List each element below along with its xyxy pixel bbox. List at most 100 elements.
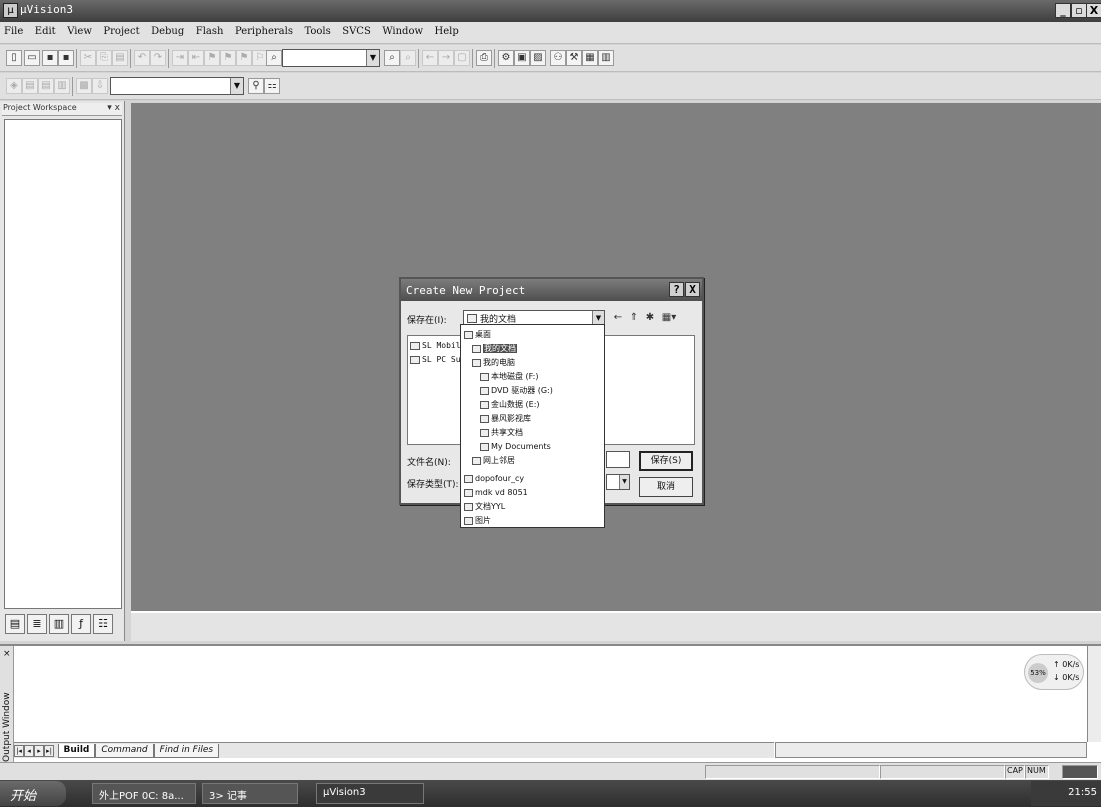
output-window-icon[interactable]: ▨: [530, 50, 546, 66]
workspace-toggle-icon[interactable]: ▣: [514, 50, 530, 66]
help-button[interactable]: ?: [669, 282, 684, 297]
new-folder-icon[interactable]: ✱: [643, 311, 657, 325]
dropdown-item-dvd[interactable]: DVD 驱动器 (G:): [480, 384, 553, 397]
dropdown-item-pictures[interactable]: 图片: [464, 514, 491, 527]
print-icon[interactable]: ⎙: [476, 50, 492, 66]
batch-build-icon[interactable]: ▥: [54, 78, 70, 94]
tab-find-in-files[interactable]: Find in Files: [153, 744, 220, 758]
menu-svcs[interactable]: SVCS: [338, 22, 375, 37]
incremental-find-icon[interactable]: ⌕: [400, 50, 416, 66]
filetype-select[interactable]: ▼: [606, 474, 630, 490]
menu-window[interactable]: Window: [378, 22, 427, 37]
build-icon[interactable]: ⚒: [566, 50, 582, 66]
dropdown-item-docs-yyl[interactable]: 文档YYL: [464, 500, 505, 513]
menu-peripherals[interactable]: Peripherals: [231, 22, 297, 37]
stop-build-icon[interactable]: ▩: [76, 78, 92, 94]
target-options-icon[interactable]: ⚲: [248, 78, 264, 94]
menu-debug[interactable]: Debug: [147, 22, 188, 37]
help-book-icon[interactable]: ▥: [598, 50, 614, 66]
list-item[interactable]: SL Mobile: [410, 341, 465, 350]
new-file-icon[interactable]: ▯: [6, 50, 22, 66]
dropdown-item-dopofour[interactable]: dopofour_cy: [464, 472, 524, 485]
dropdown-item-storm-video[interactable]: 暴风影视库: [480, 412, 531, 425]
paste-icon[interactable]: ▤: [112, 50, 128, 66]
rebuild-icon[interactable]: ▤: [38, 78, 54, 94]
functions-tab-icon[interactable]: ƒ: [71, 614, 91, 634]
uvision-app-icon[interactable]: µ: [3, 3, 18, 18]
bookmark-next-icon[interactable]: ⚑: [220, 50, 236, 66]
dropdown-item-my-documents[interactable]: 我的文档: [472, 342, 517, 355]
save-button[interactable]: 保存(S): [639, 451, 693, 471]
chevron-down-icon[interactable]: ▼: [619, 475, 629, 489]
undo-icon[interactable]: ↶: [134, 50, 150, 66]
find-icon[interactable]: ⌕: [384, 50, 400, 66]
indent-icon[interactable]: ⇥: [172, 50, 188, 66]
dropdown-item-local-disk[interactable]: 本地磁盘 (F:): [480, 370, 538, 383]
back-arrow-icon[interactable]: ←: [611, 311, 625, 325]
view-menu-icon[interactable]: ▦▾: [659, 311, 679, 325]
open-file-icon[interactable]: ▭: [24, 50, 40, 66]
find-in-files-icon[interactable]: ⌕: [266, 50, 282, 66]
keyboard-icon[interactable]: [1062, 765, 1098, 779]
minimize-button[interactable]: _: [1055, 3, 1071, 18]
bookmark-prev-icon[interactable]: ⚑: [236, 50, 252, 66]
menu-file[interactable]: File: [0, 22, 27, 37]
prev-tab-icon[interactable]: ◂: [24, 745, 34, 757]
translate-icon[interactable]: ◈: [6, 78, 22, 94]
taskbar-item-uvision[interactable]: µVision3: [316, 783, 424, 804]
dropdown-item-mdk[interactable]: mdk vd 8051: [464, 486, 528, 499]
dropdown-item-network[interactable]: 网上邻居: [472, 454, 515, 467]
dropdown-item-data-drive[interactable]: 金山数据 (E:): [480, 398, 540, 411]
workspace-close-icon[interactable]: ▾ x: [107, 103, 120, 113]
first-tab-icon[interactable]: |◂: [14, 745, 24, 757]
tab-build[interactable]: Build: [57, 744, 96, 758]
up-folder-icon[interactable]: ⇑: [627, 311, 641, 325]
maximize-button[interactable]: ▫: [1071, 3, 1087, 18]
dropdown-item-my-documents-en[interactable]: My Documents: [480, 440, 551, 453]
taskbar-item-notepad[interactable]: 3> 记事: [202, 783, 298, 804]
menu-flash[interactable]: Flash: [192, 22, 228, 37]
start-button[interactable]: 开始: [0, 781, 66, 806]
cut-icon[interactable]: ✂: [80, 50, 96, 66]
download-icon[interactable]: ⇩: [92, 78, 108, 94]
dropdown-item-my-computer[interactable]: 我的电脑: [472, 356, 515, 369]
debug-session-icon[interactable]: ▢: [454, 50, 470, 66]
chevron-down-icon[interactable]: ▼: [230, 78, 243, 94]
close-button[interactable]: X: [1086, 3, 1101, 18]
regs-tab-icon[interactable]: ≣: [27, 614, 47, 634]
last-tab-icon[interactable]: ▸|: [44, 745, 54, 757]
bookmark-toggle-icon[interactable]: ⚑: [204, 50, 220, 66]
file-extensions-icon[interactable]: ⚏: [264, 78, 280, 94]
filename-input[interactable]: [606, 451, 630, 468]
save-icon[interactable]: ▪: [42, 50, 58, 66]
copy-icon[interactable]: ⎘: [96, 50, 112, 66]
back-icon[interactable]: ←: [422, 50, 438, 66]
output-close-icon[interactable]: ×: [3, 649, 11, 659]
dropdown-item-shared-docs[interactable]: 共享文档: [480, 426, 523, 439]
menu-view[interactable]: View: [63, 22, 96, 37]
config-icon[interactable]: ▦: [582, 50, 598, 66]
save-all-icon[interactable]: ▪: [58, 50, 74, 66]
dropdown-item-desktop[interactable]: 桌面: [464, 328, 491, 341]
files-tab-icon[interactable]: ▤: [5, 614, 25, 634]
source-browser-icon[interactable]: ⚇: [550, 50, 566, 66]
forward-icon[interactable]: →: [438, 50, 454, 66]
build-target-icon[interactable]: ▤: [22, 78, 38, 94]
tab-command[interactable]: Command: [95, 744, 154, 758]
chevron-down-icon[interactable]: ▼: [366, 50, 379, 66]
taskbar-item-pdf[interactable]: 外上POF 0C: 8a...: [92, 783, 196, 804]
redo-icon[interactable]: ↷: [150, 50, 166, 66]
dialog-close-button[interactable]: X: [685, 282, 700, 297]
next-tab-icon[interactable]: ▸: [34, 745, 44, 757]
menu-tools[interactable]: Tools: [300, 22, 334, 37]
menu-project[interactable]: Project: [99, 22, 143, 37]
templates-tab-icon[interactable]: ☷: [93, 614, 113, 634]
output-horizontal-scrollbar[interactable]: [775, 742, 1087, 758]
output-vertical-scrollbar[interactable]: [1087, 646, 1101, 742]
workspace-tree[interactable]: [4, 119, 122, 609]
books-tab-icon[interactable]: ▥: [49, 614, 69, 634]
unindent-icon[interactable]: ⇤: [188, 50, 204, 66]
menu-edit[interactable]: Edit: [31, 22, 60, 37]
settings-icon[interactable]: ⚙: [498, 50, 514, 66]
target-select[interactable]: ▼: [110, 77, 244, 95]
